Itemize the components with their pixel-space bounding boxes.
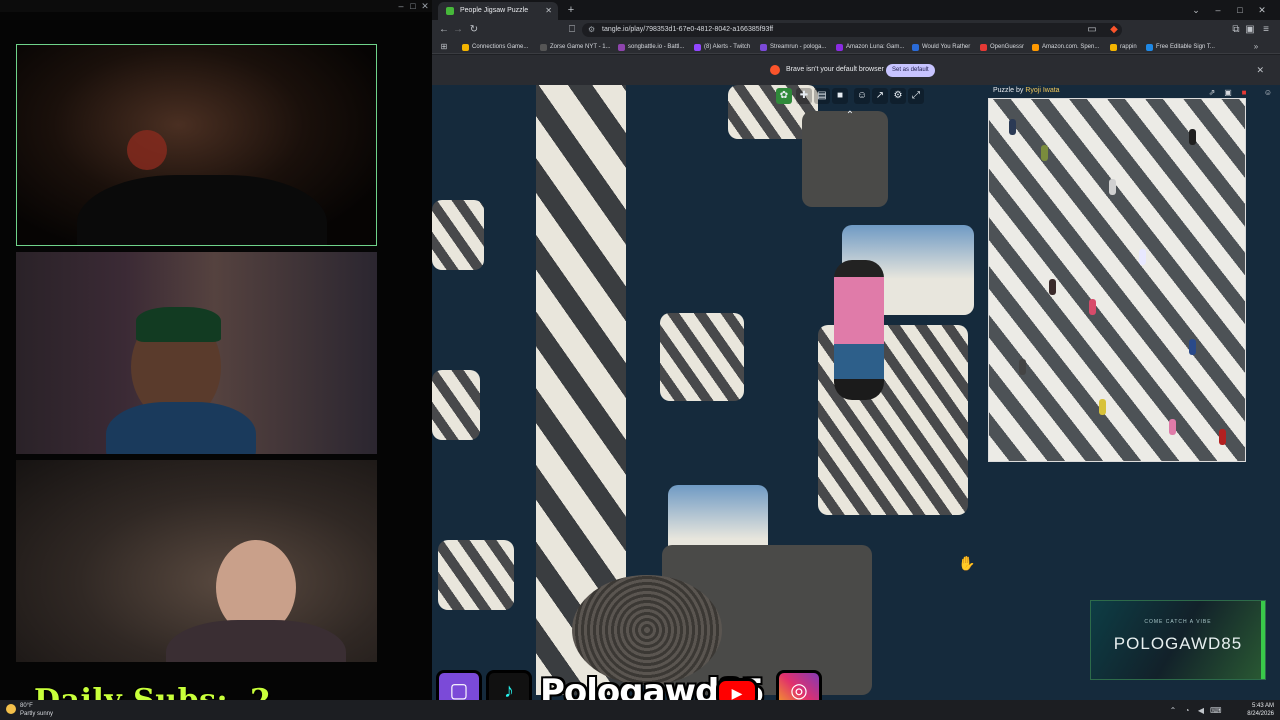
bookmark-item[interactable]: Amazon.com. Spen...: [1032, 40, 1099, 54]
puzzle-piece[interactable]: [432, 370, 480, 440]
tab-title: People Jigsaw Puzzle: [460, 7, 529, 14]
bookmark-favicon-icon: [980, 44, 987, 51]
bookmark-favicon-icon: [618, 44, 625, 51]
default-browser-notice: Brave isn't your default browser Set as …: [432, 55, 1280, 85]
puzzle-piece[interactable]: [432, 200, 484, 270]
bookmark-item[interactable]: rappin: [1110, 40, 1137, 54]
minimize-icon[interactable]: –: [1210, 2, 1226, 18]
author-link[interactable]: Ryoji Iwata: [1025, 87, 1059, 94]
tab-people-jigsaw-puzzle[interactable]: People Jigsaw Puzzle ✕: [438, 2, 558, 20]
wallet-icon[interactable]: ▣: [1242, 22, 1258, 38]
bookmark-item[interactable]: Amazon Luna: Gam...: [836, 40, 904, 54]
cam-panel: – □ ✕ Daily Subs: 2: [0, 0, 432, 720]
bookmark-icon[interactable]: ⎕: [564, 22, 580, 38]
sun-icon: [6, 704, 16, 714]
bookmark-favicon-icon: [836, 44, 843, 51]
bookmark-favicon-icon: [462, 44, 469, 51]
hand-cursor-icon: ✋: [958, 555, 976, 571]
puzzle-piece[interactable]: [660, 313, 744, 401]
stream-logo-overlay: COME CATCH A VIBE POLOGAWD85: [1090, 600, 1266, 680]
puzzle-piece[interactable]: [438, 540, 514, 610]
image-icon[interactable]: ▤: [814, 88, 830, 104]
pedestrian-image: [834, 260, 884, 400]
bookmark-item[interactable]: Would You Rather: [912, 40, 970, 54]
tangle-favicon-icon: [446, 7, 454, 15]
users-icon[interactable]: ☺: [1262, 87, 1274, 99]
reference-image[interactable]: [988, 98, 1246, 462]
clock[interactable]: 5:43 AM 8/24/2026: [1247, 702, 1274, 718]
close-icon[interactable]: ✕: [1254, 2, 1270, 18]
set-as-default-button[interactable]: Set as default: [886, 64, 935, 77]
brave-shields-icon[interactable]: ◆: [1106, 22, 1122, 38]
maximize-icon[interactable]: □: [1232, 2, 1248, 18]
site-settings-icon[interactable]: ⚙: [588, 23, 595, 37]
bookmark-favicon-icon: [1146, 44, 1153, 51]
screen: – □ ✕ Daily Subs: 2 People Jigsaw Puzzle: [0, 0, 1280, 720]
bookmark-item[interactable]: (8) Alerts - Twitch: [694, 40, 750, 54]
logo-text: POLOGAWD85: [1113, 634, 1243, 653]
webcam-feed-1: [16, 44, 377, 246]
gear-icon[interactable]: ⚙: [890, 88, 906, 104]
taskbar: 80°F Partly sunny ⌃ ◔ ◀ ⌨ 5:43 AM 8/24/202…: [0, 700, 1280, 720]
bookmark-item[interactable]: songbattle.io - Battl...: [618, 40, 684, 54]
expand-icon[interactable]: ⤢: [908, 88, 924, 104]
address-bar[interactable]: ⚙ tangle.io/play/798353d1-67e0-4812-8042…: [582, 23, 1122, 37]
puzzle-piece[interactable]: [802, 111, 888, 207]
reader-mode-icon[interactable]: ▭: [1084, 22, 1100, 38]
bookmark-favicon-icon: [1110, 44, 1117, 51]
url-text: tangle.io/play/798353d1-67e0-4812-8042-a…: [602, 26, 774, 33]
bookmark-item[interactable]: Connections Game...: [462, 40, 528, 54]
bookmark-favicon-icon: [912, 44, 919, 51]
bookmark-item[interactable]: Free Editable Sign T...: [1146, 40, 1215, 54]
webcam-feed-2: [16, 252, 377, 454]
webcam-feed-3: [16, 460, 377, 662]
volume-icon[interactable]: ◀: [1196, 706, 1206, 716]
tab-close-icon[interactable]: ✕: [545, 2, 552, 20]
share-icon[interactable]: ↗: [872, 88, 888, 104]
apps-grid-icon[interactable]: ⊞: [436, 39, 452, 55]
square-icon[interactable]: ■: [832, 88, 848, 104]
keyboard-icon[interactable]: ⌨: [1210, 706, 1222, 716]
notice-close-icon[interactable]: ✕: [1256, 55, 1264, 85]
chevron-up-icon[interactable]: ⌃: [1168, 706, 1178, 716]
bookmark-item[interactable]: OpenGuessr: [980, 40, 1024, 54]
tangle-logo-icon[interactable]: ✿: [776, 88, 792, 104]
menu-icon[interactable]: ≡: [1258, 22, 1274, 38]
reload-icon[interactable]: ↻: [466, 22, 482, 38]
bookmark-item[interactable]: Zorse Game NYT - 1...: [540, 40, 611, 54]
tab-search-icon[interactable]: ⌄: [1188, 2, 1204, 18]
bookmark-favicon-icon: [1032, 44, 1039, 51]
puzzle-piece-icon[interactable]: ✚: [796, 88, 812, 104]
puzzle-credit: Puzzle by Ryoji Iwata: [993, 87, 1060, 94]
close-icon[interactable]: ✕: [418, 0, 432, 12]
forward-icon[interactable]: →: [450, 22, 466, 38]
bookmark-favicon-icon: [760, 44, 767, 51]
more-bookmarks-icon[interactable]: »: [1248, 39, 1264, 55]
new-tab-icon[interactable]: +: [564, 2, 578, 18]
notice-text: Brave isn't your default browser: [786, 66, 884, 73]
bookmark-favicon-icon: [694, 44, 701, 51]
collapse-up-icon[interactable]: ⌃: [842, 108, 858, 124]
network-icon[interactable]: ◔: [1182, 706, 1192, 716]
bookmarks-bar: ⊞ Connections Game... Zorse Game NYT - 1…: [432, 40, 1280, 54]
nav-bar: ← → ↻ ⎕ ⚙ tangle.io/play/798353d1-67e0-4…: [432, 20, 1280, 40]
logo-tagline: COME CATCH A VIBE: [1144, 619, 1212, 625]
users-icon[interactable]: ☺: [854, 88, 870, 104]
browser-window: People Jigsaw Puzzle ✕ + ⌄ – □ ✕ ← → ↻ ⎕…: [432, 0, 1280, 700]
brave-logo-icon: [770, 65, 780, 75]
bookmark-favicon-icon: [540, 44, 547, 51]
left-window-titlebar: – □ ✕: [0, 0, 432, 12]
bookmark-item[interactable]: Streamrun - pologa...: [760, 40, 826, 54]
tab-bar: People Jigsaw Puzzle ✕ + ⌄ – □ ✕: [432, 0, 1280, 20]
